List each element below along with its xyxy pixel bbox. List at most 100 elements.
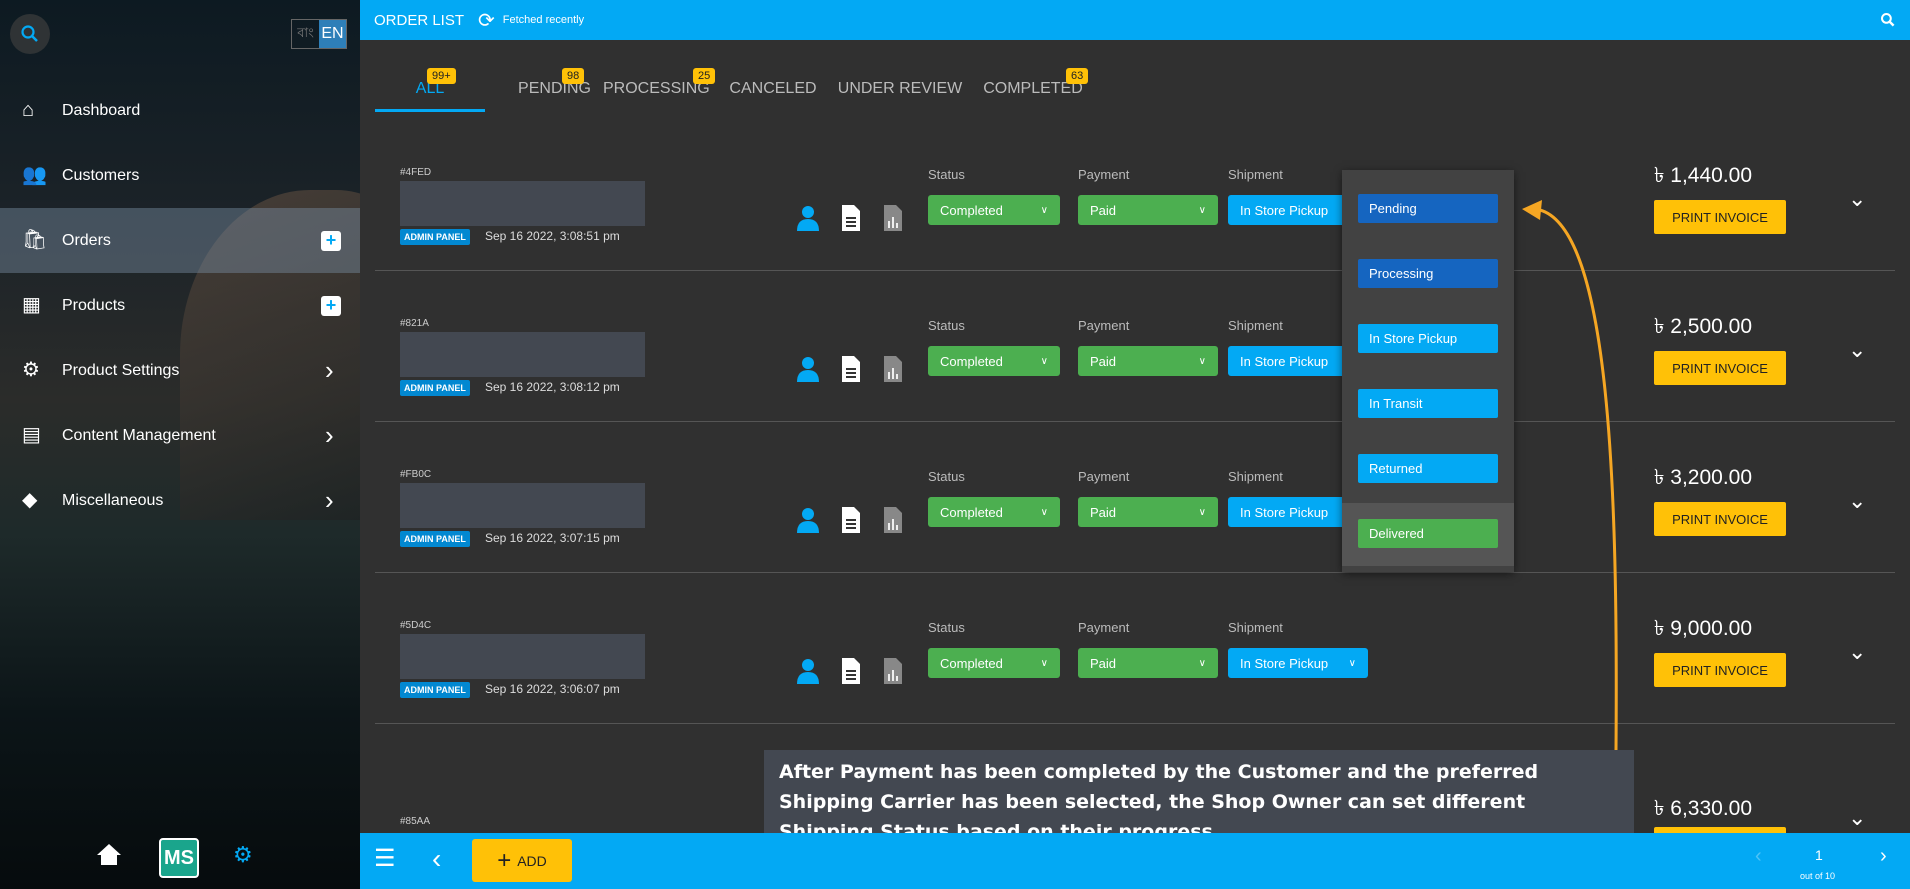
print-invoice-button[interactable]: PRINT INVOICE xyxy=(1654,653,1786,687)
print-invoice-button[interactable]: PRINT INVOICE xyxy=(1654,351,1786,385)
shapes-icon: ◆ xyxy=(22,489,38,511)
invoice-doc-icon[interactable] xyxy=(842,658,860,689)
app-logo: MS xyxy=(159,838,199,878)
annotation-callout: After Payment has been completed by the … xyxy=(764,750,1634,843)
row-divider xyxy=(375,421,1895,422)
add-orders-button[interactable]: + xyxy=(321,230,341,251)
print-invoice-button[interactable]: PRINT INVOICE xyxy=(1654,200,1786,234)
report-icon[interactable] xyxy=(884,658,902,689)
shipment-value: In Store Pickup xyxy=(1240,655,1329,671)
sidebar-item-customers[interactable]: 👥 Customers xyxy=(0,143,360,208)
row-divider xyxy=(375,723,1895,724)
chevron-down-icon: ∨ xyxy=(1198,506,1206,518)
shipment-label: Shipment xyxy=(1228,167,1283,182)
chevron-right-icon: › xyxy=(325,355,334,385)
chevron-right-icon: › xyxy=(325,485,334,515)
shipment-select[interactable]: In Store Pickup ∨ xyxy=(1228,648,1368,678)
customer-icon[interactable] xyxy=(797,658,819,684)
order-total: ৳ 3,200.00 xyxy=(1654,466,1753,489)
payment-select[interactable]: Paid ∨ xyxy=(1078,195,1218,225)
tab-count-badge: 63 xyxy=(1066,68,1089,84)
print-invoice-button[interactable]: PRINT INVOICE xyxy=(1654,502,1786,536)
payment-select[interactable]: Paid ∨ xyxy=(1078,346,1218,376)
status-value: Completed xyxy=(940,655,1003,671)
report-icon[interactable] xyxy=(884,205,902,236)
customer-icon[interactable] xyxy=(797,356,819,382)
status-select[interactable]: Completed ∨ xyxy=(928,346,1060,376)
tab-processing[interactable]: PROCESSING xyxy=(603,80,710,98)
customer-name-redacted xyxy=(400,181,645,226)
shipment-option-pending[interactable]: Pending xyxy=(1358,194,1498,223)
chevron-down-icon: ∨ xyxy=(1040,355,1048,367)
payment-value: Paid xyxy=(1090,202,1117,218)
payment-label: Payment xyxy=(1078,167,1130,182)
chevron-down-icon: ∨ xyxy=(1040,204,1048,216)
status-value: Completed xyxy=(940,202,1003,218)
back-chevron-icon[interactable]: ‹ xyxy=(432,843,441,875)
status-select[interactable]: Completed ∨ xyxy=(928,195,1060,225)
tab-under-review[interactable]: UNDER REVIEW xyxy=(836,80,964,98)
expand-chevron[interactable]: ⌄ xyxy=(1848,186,1866,212)
sidebar-item-content-management[interactable]: ▤ Content Management › xyxy=(0,403,360,468)
customer-icon[interactable] xyxy=(797,507,819,533)
language-toggle[interactable]: বাং EN xyxy=(291,19,347,49)
status-select[interactable]: Completed ∨ xyxy=(928,648,1060,678)
row-divider xyxy=(375,572,1895,573)
invoice-doc-icon[interactable] xyxy=(842,356,860,387)
customer-name-redacted xyxy=(400,634,645,679)
order-date: Sep 16 2022, 3:08:12 pm xyxy=(485,380,620,394)
order-id: #4FED xyxy=(400,167,432,178)
sidebar-item-label: Customers xyxy=(62,166,140,184)
shipment-option-returned[interactable]: Returned xyxy=(1358,454,1498,483)
add-products-button[interactable]: + xyxy=(321,295,341,316)
order-date: Sep 16 2022, 3:08:51 pm xyxy=(485,229,620,243)
tab-pending[interactable]: PENDING xyxy=(497,80,612,98)
chevron-right-icon: › xyxy=(325,420,334,450)
expand-chevron[interactable]: ⌄ xyxy=(1848,488,1866,514)
expand-chevron[interactable]: ⌄ xyxy=(1848,805,1866,831)
lang-bn[interactable]: বাং xyxy=(292,20,319,48)
sidebar-item-miscellaneous[interactable]: ◆ Miscellaneous › xyxy=(0,468,360,533)
sidebar-item-orders[interactable]: 🛍 Orders + xyxy=(0,208,360,273)
tab-canceled[interactable]: CANCELED xyxy=(728,80,818,98)
invoice-doc-icon[interactable] xyxy=(842,205,860,236)
refresh-icon[interactable]: ⟳ xyxy=(478,8,495,33)
page-number[interactable]: 1 xyxy=(1815,847,1823,863)
customer-icon[interactable] xyxy=(797,205,819,231)
expand-chevron[interactable]: ⌄ xyxy=(1848,639,1866,665)
report-icon[interactable] xyxy=(884,356,902,387)
shipment-option-delivered[interactable]: Delivered xyxy=(1358,519,1498,548)
settings-gears-icon[interactable]: ⚙ xyxy=(233,842,253,868)
search-icon[interactable] xyxy=(1880,12,1896,28)
sidebar-item-products[interactable]: ▦ Products + xyxy=(0,273,360,338)
payment-select[interactable]: Paid ∨ xyxy=(1078,497,1218,527)
payment-select[interactable]: Paid ∨ xyxy=(1078,648,1218,678)
search-icon xyxy=(21,25,38,42)
add-button[interactable]: + ADD xyxy=(472,839,572,882)
sidebar-item-product-settings[interactable]: ⚙ Product Settings › xyxy=(0,338,360,403)
sidebar-item-label: Product Settings xyxy=(62,361,180,379)
expand-chevron[interactable]: ⌄ xyxy=(1848,337,1866,363)
payment-value: Paid xyxy=(1090,504,1117,520)
order-total: ৳ 9,000.00 xyxy=(1654,617,1753,640)
prev-page-button[interactable]: ‹ xyxy=(1755,845,1762,868)
order-total: ৳ 6,330.00 xyxy=(1654,797,1753,820)
lang-en[interactable]: EN xyxy=(319,20,346,48)
shipment-option-processing[interactable]: Processing xyxy=(1358,259,1498,288)
shipment-option-in-transit[interactable]: In Transit xyxy=(1358,389,1498,418)
next-page-button[interactable]: › xyxy=(1880,845,1887,868)
users-icon: 👥 xyxy=(22,164,47,186)
report-icon[interactable] xyxy=(884,507,902,538)
sidebar-item-dashboard[interactable]: ⌂ Dashboard xyxy=(0,78,360,143)
order-total: ৳ 1,440.00 xyxy=(1654,164,1753,187)
active-tab-indicator xyxy=(375,109,485,112)
chevron-down-icon: ∨ xyxy=(1198,657,1206,669)
menu-icon[interactable]: ☰ xyxy=(374,847,396,871)
annotation-arrow xyxy=(1522,200,1618,751)
invoice-doc-icon[interactable] xyxy=(842,507,860,538)
shipment-option-in-store-pickup[interactable]: In Store Pickup xyxy=(1358,324,1498,353)
status-select[interactable]: Completed ∨ xyxy=(928,497,1060,527)
tab-count-badge: 99+ xyxy=(427,68,456,84)
search-button[interactable] xyxy=(10,14,50,54)
home-button[interactable] xyxy=(96,842,122,871)
